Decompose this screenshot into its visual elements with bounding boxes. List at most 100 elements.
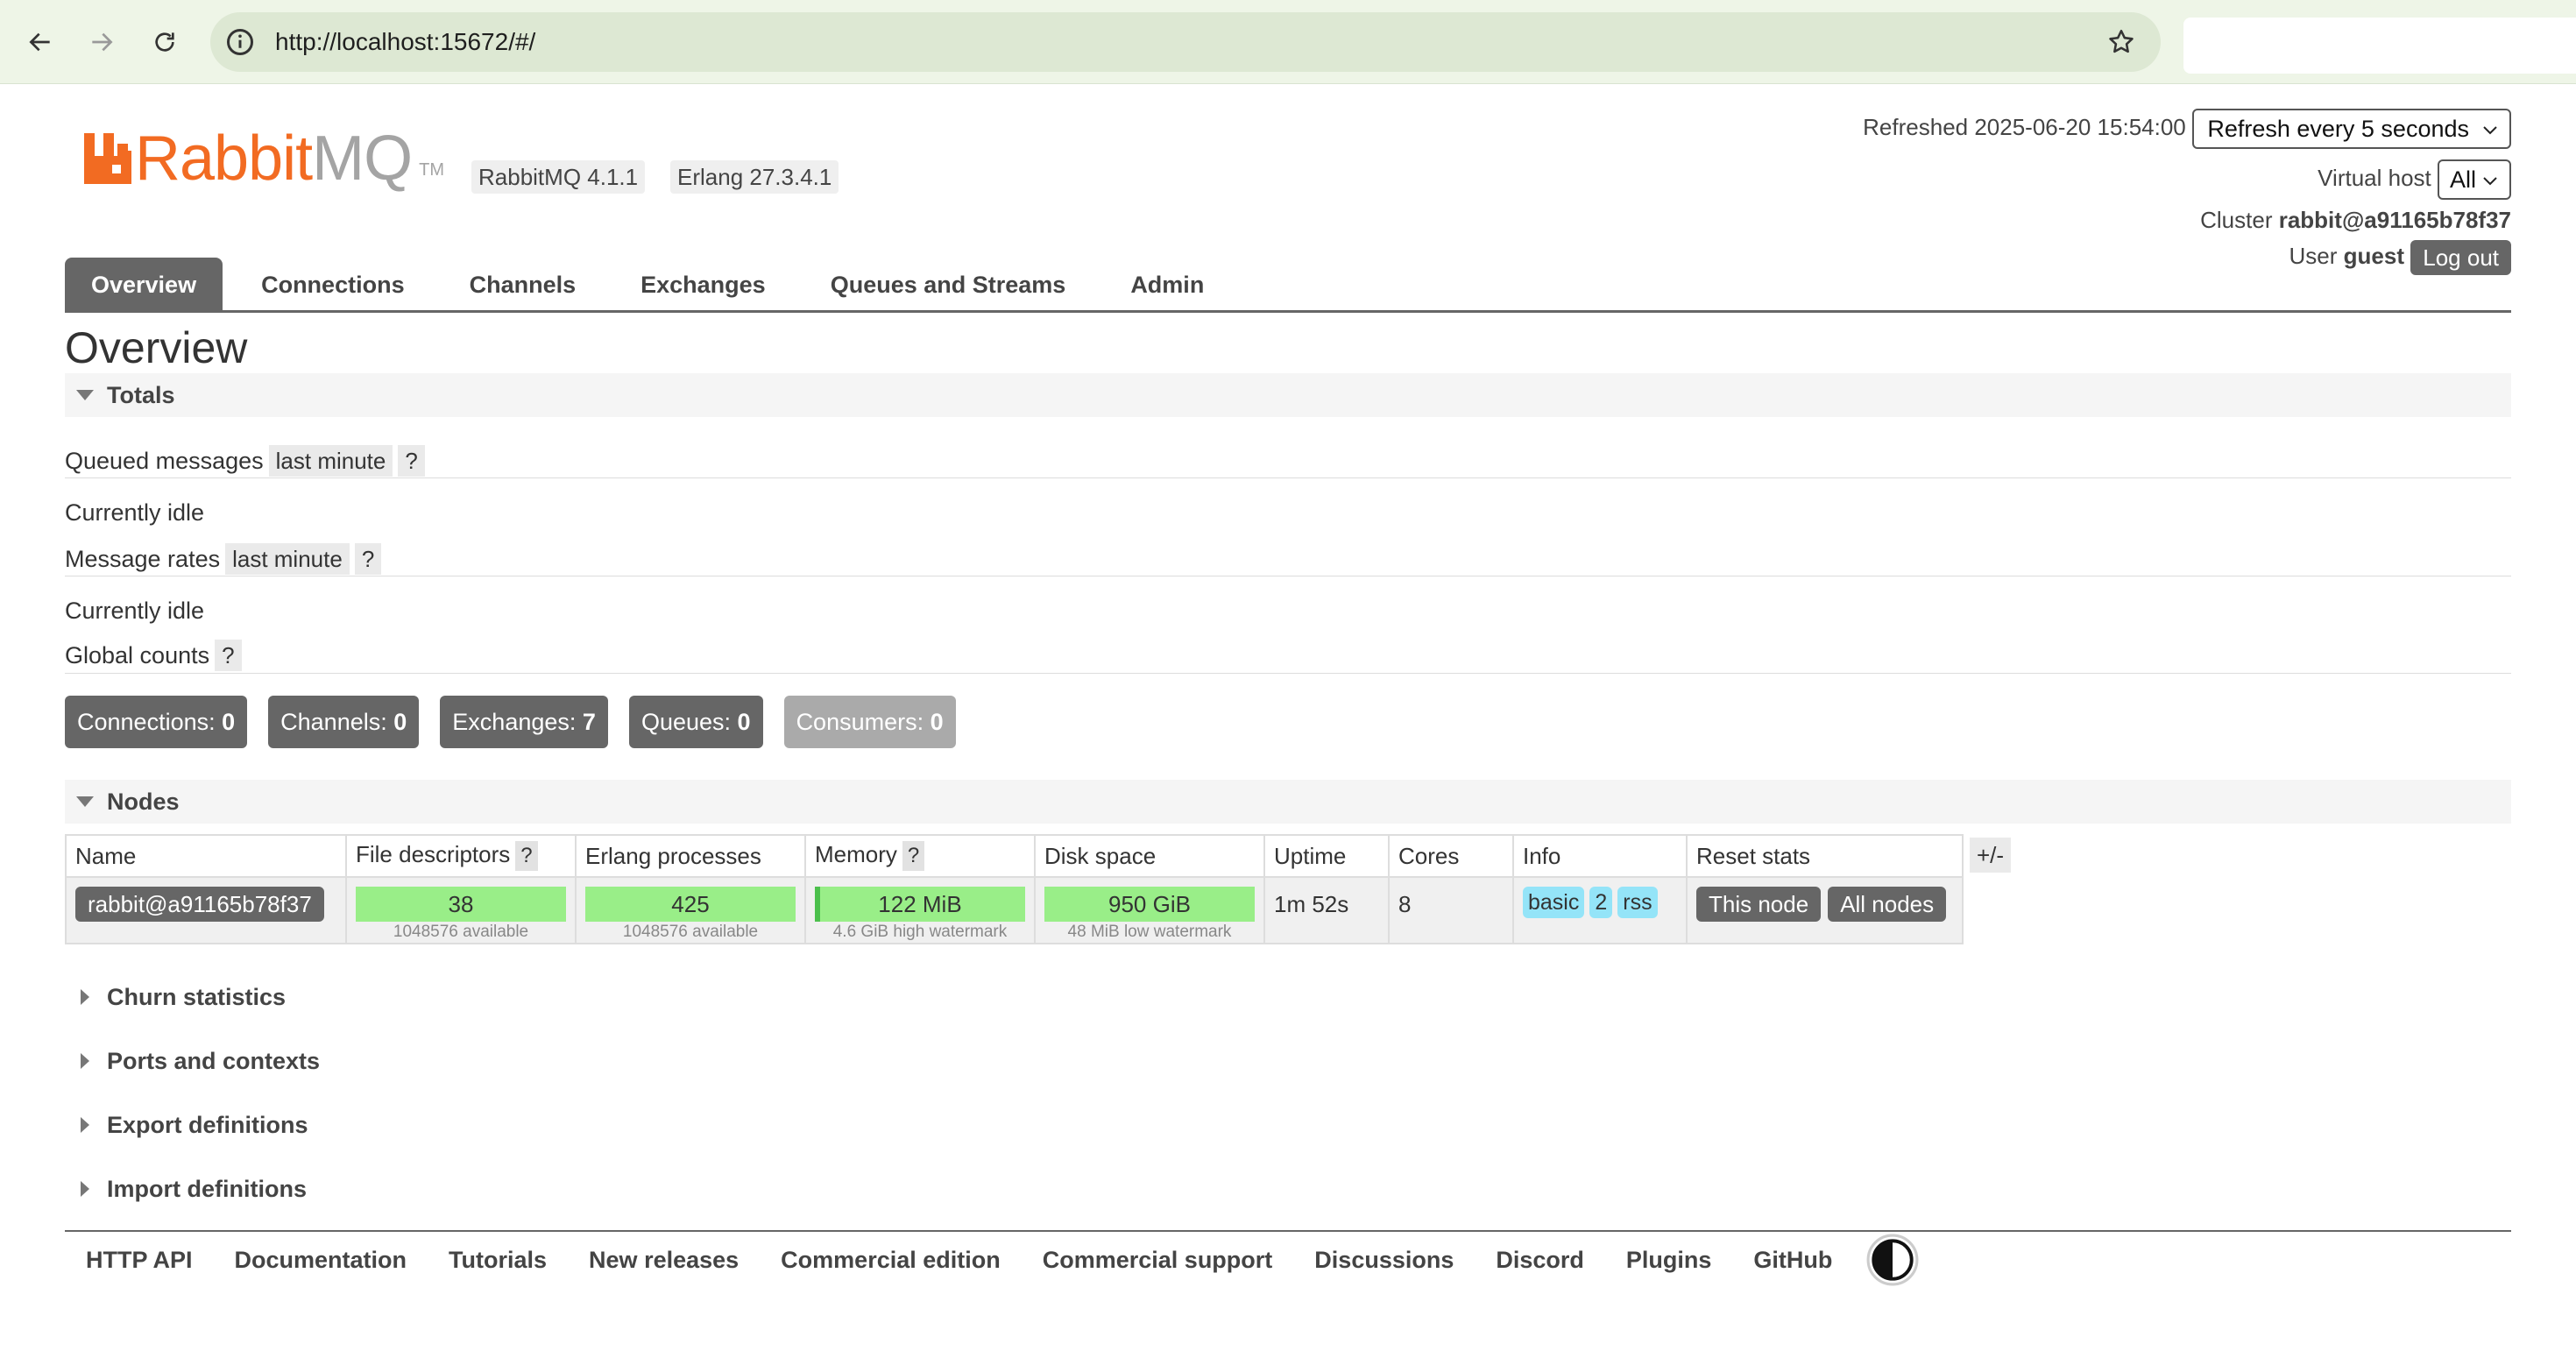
col-reset-stats: Reset stats	[1685, 834, 1964, 878]
memory-help-button[interactable]: ?	[902, 841, 925, 871]
browser-toolbar: http://localhost:15672/#/	[0, 0, 2576, 84]
queued-messages-label: Queued messages	[65, 448, 264, 474]
footer-link-commercial-support[interactable]: Commercial support	[1022, 1247, 1294, 1274]
tab-admin[interactable]: Admin	[1104, 258, 1230, 312]
count-value: 0	[393, 709, 407, 735]
col-erlang-processes: Erlang processes	[575, 834, 806, 878]
info-tag-basic[interactable]: basic	[1523, 887, 1585, 918]
user-name: guest	[2343, 242, 2405, 269]
global-counts-row: Global counts?	[65, 640, 242, 671]
user-row: User guest Log out	[2289, 240, 2511, 275]
ports-and-contexts-section[interactable]: Ports and contexts	[65, 1043, 415, 1079]
forward-button[interactable]	[79, 19, 124, 65]
tab-overview[interactable]: Overview	[65, 258, 223, 312]
footer-link-discord[interactable]: Discord	[1475, 1247, 1605, 1274]
consumers-count-badge: Consumers: 0	[783, 696, 956, 748]
nodes-section-header[interactable]: Nodes	[65, 780, 2511, 824]
count-value: 7	[582, 709, 596, 735]
footer-link-github[interactable]: GitHub	[1732, 1247, 1853, 1274]
footer-divider	[65, 1230, 2511, 1232]
export-definitions-section[interactable]: Export definitions	[65, 1107, 415, 1142]
memory-bar[interactable]: 122 MiB	[815, 887, 1025, 922]
info-tag-count[interactable]: 2	[1589, 887, 1613, 918]
address-bar[interactable]: http://localhost:15672/#/	[210, 12, 2161, 72]
cluster-row: Cluster rabbit@a91165b78f37	[2200, 207, 2511, 234]
site-info-icon[interactable]	[224, 26, 256, 58]
fd-help-button[interactable]: ?	[515, 841, 538, 871]
import-definitions-section[interactable]: Import definitions	[65, 1171, 415, 1206]
logo-rabbit-text: Rabbit	[135, 124, 313, 194]
info-tag-rss[interactable]: rss	[1617, 887, 1658, 918]
footer-link-commercial-edition[interactable]: Commercial edition	[760, 1247, 1022, 1274]
fd-value: 38	[448, 891, 474, 917]
theme-toggle-icon[interactable]	[1865, 1233, 1920, 1287]
count-label: Exchanges:	[452, 709, 577, 735]
logo-mq-text: MQ	[312, 124, 413, 194]
rates-help-button[interactable]: ?	[354, 543, 382, 575]
col-info: Info	[1512, 834, 1688, 878]
vhost-label: Virtual host	[2318, 164, 2431, 191]
tab-exchanges[interactable]: Exchanges	[614, 258, 792, 312]
cell-info: basic 2 rss	[1512, 876, 1688, 944]
global-counts-help-button[interactable]: ?	[215, 640, 242, 671]
col-label: Reset stats	[1696, 842, 1811, 869]
back-button[interactable]	[18, 19, 63, 65]
reset-this-node-button[interactable]: This node	[1696, 887, 1822, 922]
cell-uptime: 1m 52s	[1263, 876, 1390, 944]
main-tabs: Overview Connections Channels Exchanges …	[65, 258, 1242, 312]
col-label: Info	[1523, 842, 1561, 869]
node-name-link[interactable]: rabbit@a91165b78f37	[75, 887, 324, 922]
global-counts: Connections: 0 Channels: 0 Exchanges: 7 …	[65, 696, 977, 748]
col-label: Memory	[815, 841, 897, 867]
rabbitmq-logo-icon	[84, 133, 131, 184]
cell-disk-space: 950 GiB 48 MiB low watermark	[1034, 876, 1265, 944]
queued-help-button[interactable]: ?	[398, 445, 425, 477]
refresh-interval-select[interactable]: Refresh every 5 seconds	[2192, 109, 2511, 149]
channels-count-button[interactable]: Channels: 0	[268, 696, 420, 748]
vhost-select[interactable]: All	[2438, 159, 2511, 200]
fd-available: 1048576 available	[393, 923, 529, 941]
nodes-title: Nodes	[107, 789, 180, 815]
logout-button[interactable]: Log out	[2410, 240, 2511, 275]
cell-reset-stats: This node All nodes	[1685, 876, 1964, 944]
count-value: 0	[222, 709, 236, 735]
footer-link-discussions[interactable]: Discussions	[1293, 1247, 1475, 1274]
queues-count-button[interactable]: Queues: 0	[628, 696, 763, 748]
tab-divider	[65, 310, 2511, 313]
tab-queues-and-streams[interactable]: Queues and Streams	[804, 258, 1093, 312]
cell-memory: 122 MiB 4.6 GiB high watermark	[804, 876, 1036, 944]
tab-connections[interactable]: Connections	[235, 258, 431, 312]
column-toggle-button[interactable]: +/-	[1970, 838, 2012, 873]
user-label: User	[2289, 242, 2338, 269]
proc-value: 425	[671, 891, 710, 917]
table-row: rabbit@a91165b78f37 38 1048576 available…	[65, 876, 1964, 944]
footer-link-documentation[interactable]: Documentation	[214, 1247, 428, 1274]
connections-count-button[interactable]: Connections: 0	[65, 696, 248, 748]
count-label: Consumers:	[796, 709, 924, 735]
churn-statistics-section[interactable]: Churn statistics	[65, 980, 415, 1015]
rates-status-text: Currently idle	[65, 598, 205, 624]
section-title: Export definitions	[107, 1112, 308, 1138]
col-memory: Memory?	[804, 834, 1036, 878]
rates-range-selector[interactable]: last minute	[225, 543, 350, 575]
rabbitmq-logo[interactable]: Rabbit MQ TM	[84, 124, 444, 194]
bookmark-star-icon[interactable]	[2106, 27, 2136, 57]
queued-range-selector[interactable]: last minute	[268, 445, 393, 477]
divider	[65, 477, 2511, 478]
refresh-row: Refreshed 2025-06-20 15:54:00 Refresh ev…	[1863, 109, 2511, 149]
reset-all-nodes-button[interactable]: All nodes	[1828, 887, 1947, 922]
tab-channels[interactable]: Channels	[443, 258, 603, 312]
fd-bar: 38	[356, 887, 566, 922]
footer-link-plugins[interactable]: Plugins	[1605, 1247, 1733, 1274]
cell-node-name: rabbit@a91165b78f37	[65, 876, 347, 944]
cluster-name: rabbit@a91165b78f37	[2278, 207, 2511, 233]
totals-section-header[interactable]: Totals	[65, 373, 2511, 417]
col-label: Cores	[1398, 842, 1460, 869]
footer-link-new-releases[interactable]: New releases	[568, 1247, 760, 1274]
reload-button[interactable]	[142, 19, 188, 65]
footer-link-http-api[interactable]: HTTP API	[65, 1247, 214, 1274]
exchanges-count-button[interactable]: Exchanges: 7	[440, 696, 608, 748]
memory-watermark: 4.6 GiB high watermark	[832, 923, 1008, 941]
col-label: Uptime	[1274, 842, 1347, 869]
footer-link-tutorials[interactable]: Tutorials	[428, 1247, 568, 1274]
